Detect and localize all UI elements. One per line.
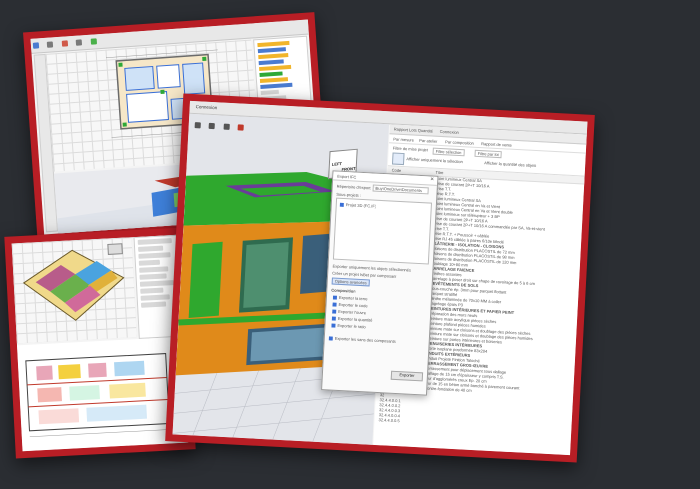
tree-item[interactable]: Projet 3D (FC.IF)	[339, 202, 377, 209]
close-icon[interactable]: ✕	[430, 177, 434, 182]
composition-check[interactable]: Exporter le code	[332, 302, 373, 309]
composition-check-label: Exporter la quantité	[337, 315, 373, 323]
option-component-sans-label: Exporter les sans des composants	[334, 335, 396, 344]
composition-check[interactable]: Exporter l'ouvre	[332, 309, 373, 316]
bim-window: Connexion LEFT FRONT Rapport Lots Quanti…	[172, 100, 588, 456]
tool-icon[interactable]	[32, 42, 40, 49]
tab-rapport[interactable]: Rapport Lots Quantité	[394, 127, 433, 134]
drawings-window	[11, 234, 189, 452]
composition-check[interactable]: Exporter la quantité	[331, 315, 373, 323]
checkbox-icon	[328, 336, 333, 341]
window-title: Connexion	[195, 104, 218, 111]
export-button[interactable]: Exporter	[390, 370, 424, 382]
checkbox-icon	[332, 295, 338, 300]
option-component-sans[interactable]: Exporter les sans des composants	[328, 335, 396, 344]
section-drawing-view[interactable]	[17, 336, 189, 452]
subprojects-tree[interactable]: Projet 3D (FC.IF)	[332, 197, 433, 265]
col-title: Titre	[435, 169, 444, 176]
tree-item-label: Projet 3D (FC.IF)	[345, 202, 377, 209]
filter-lot[interactable]: Filtre par lot	[474, 149, 502, 159]
tool-icon[interactable]	[90, 38, 97, 45]
filter-label: Filtre de mise projet	[392, 145, 429, 153]
export-ifc-dialog: Export IFC ✕ Répertoire d'export \Buy\On…	[321, 170, 439, 396]
cube-left-label: LEFT	[331, 160, 343, 167]
dialog-title: Export IFC	[337, 173, 357, 180]
advanced-options-button[interactable]: Options avancées	[331, 277, 370, 287]
composition-check-label: Exporter la terre	[338, 294, 368, 302]
checkbox-icon	[332, 309, 337, 314]
subtab-vente[interactable]: Rapport de vente	[481, 141, 512, 148]
report-code: 32.4.4.0.0.5	[378, 417, 400, 424]
tool-icon[interactable]	[61, 40, 69, 47]
tool-icon[interactable]	[47, 41, 54, 48]
view-toolbar	[192, 118, 246, 140]
checkbox-quantity[interactable]: Afficher la quantité des objets	[484, 160, 537, 168]
composition-checks: Exporter la terre Exporter le code Exporte…	[331, 295, 373, 332]
checkbox-icon	[339, 202, 344, 207]
path-label: Répertoire d'export	[336, 183, 371, 191]
plan-3d-drawing	[22, 243, 125, 321]
select-icon[interactable]	[194, 122, 201, 129]
pan-icon[interactable]	[223, 123, 230, 130]
layer-list	[257, 40, 307, 101]
checkbox-selection[interactable]: Afficher uniquement la sélection	[406, 156, 463, 164]
composition-section: Composition	[331, 287, 356, 294]
col-code: Code	[391, 167, 402, 173]
filter-select[interactable]: Filtre sélection	[432, 147, 465, 157]
checkbox-icon	[332, 302, 337, 307]
subtab-atelier[interactable]: Par atelier	[419, 138, 437, 144]
filter-icon[interactable]	[391, 152, 405, 166]
3d-plan-view[interactable]	[11, 237, 137, 344]
composition-check-label: Exporter le ratio	[337, 322, 366, 330]
checkbox-icon	[331, 323, 336, 328]
subtab-composition[interactable]: Par composition	[445, 139, 474, 145]
subtab-mesure[interactable]: Par mesure	[393, 137, 414, 143]
path-field[interactable]: \Buy\OneDrive\Documents	[372, 184, 429, 195]
composition-check[interactable]: Exporter la terre	[332, 294, 374, 302]
composition-check[interactable]: Exporter le ratio	[331, 323, 372, 330]
composition-check-label: Exporter l'ouvre	[338, 308, 367, 316]
section-icon[interactable]	[237, 124, 245, 131]
screenshot-card-bim: Connexion LEFT FRONT Rapport Lots Quanti…	[165, 93, 595, 463]
rotate-icon[interactable]	[209, 122, 216, 130]
section-drawing	[25, 353, 170, 438]
report-lines: Point lumineux Central SA Prise de couran…	[424, 176, 582, 398]
tool-icon[interactable]	[76, 39, 83, 46]
checkbox-icon	[331, 316, 336, 321]
composition-check-label: Exporter le code	[338, 301, 368, 309]
tab-connexion[interactable]: Connexion	[440, 129, 459, 135]
